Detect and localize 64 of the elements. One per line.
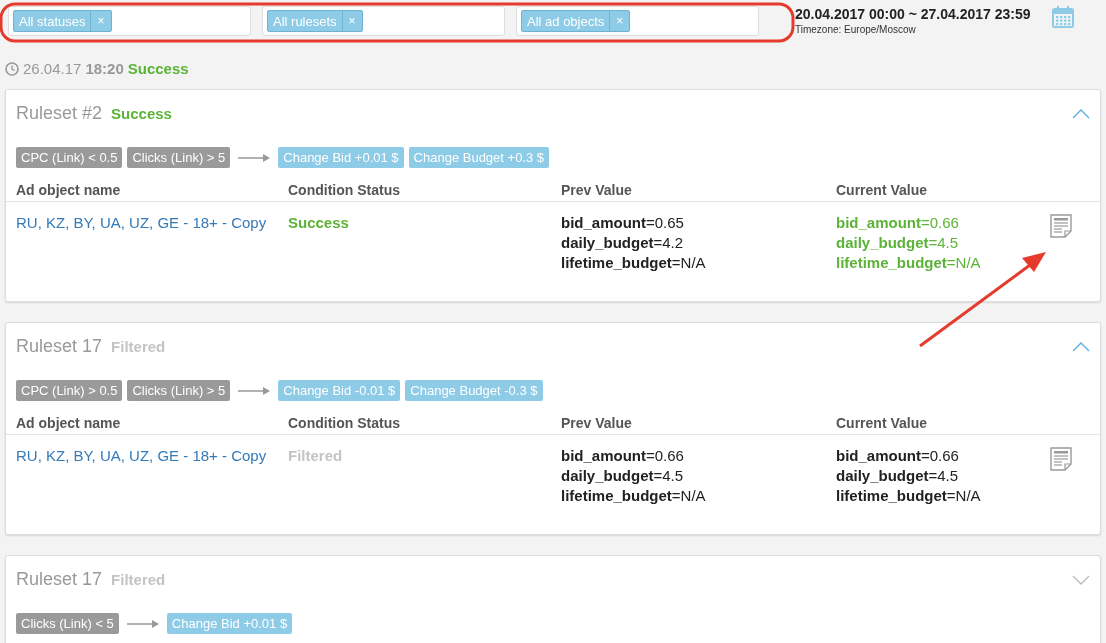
ruleset-status: Success: [111, 105, 172, 122]
column-header: Condition Status: [278, 410, 551, 435]
current-value: lifetime_budget=N/A: [836, 254, 982, 271]
filter-field[interactable]: All rulesets ×: [262, 6, 505, 36]
arrow-icon: [238, 153, 271, 162]
document-icon[interactable]: [1050, 214, 1072, 238]
ruleset-title: Ruleset 17: [16, 569, 103, 590]
ad-object-link[interactable]: RU, KZ, BY, UA, UZ, GE - 18+ - Copy: [16, 447, 268, 464]
ruleset-status: Filtered: [111, 571, 166, 588]
remove-tag-button[interactable]: ×: [90, 11, 111, 31]
condition-chip: CPC (Link) < 0.5: [16, 147, 123, 168]
column-header: Current Value: [826, 177, 1040, 202]
remove-tag-button[interactable]: ×: [341, 11, 362, 31]
timezone-label: Timezone: Europe/Moscow: [795, 24, 917, 35]
column-header: Current Value: [826, 410, 1040, 435]
current-value: lifetime_budget=N/A: [836, 487, 982, 504]
date-range: 20.04.2017 00:00 ~ 27.04.2017 23:59: [795, 6, 1031, 22]
ad-object-link[interactable]: RU, KZ, BY, UA, UZ, GE - 18+ - Copy: [16, 214, 268, 231]
ruleset-title: Ruleset 17: [16, 336, 103, 357]
action-chip: Change Bid +0.01 $: [278, 147, 404, 168]
arrow-icon: [238, 386, 271, 395]
filter-field[interactable]: All statuses ×: [8, 6, 251, 36]
column-header: Ad object name: [6, 177, 278, 202]
prev-value: daily_budget=4.2: [561, 234, 685, 251]
prev-value: bid_amount=0.66: [561, 447, 685, 464]
prev-value: lifetime_budget=N/A: [561, 254, 707, 271]
condition-status: Filtered: [288, 447, 344, 464]
condition-status: Success: [288, 214, 350, 231]
current-value: daily_budget=4.5: [836, 467, 960, 484]
ruleset-title: Ruleset #2: [16, 103, 103, 124]
filter-tag: All statuses ×: [13, 10, 112, 32]
chevron-down-icon[interactable]: [1072, 574, 1090, 585]
chevron-up-icon[interactable]: [1072, 108, 1090, 119]
run-status: Success: [127, 60, 189, 77]
action-chip: Change Budget +0.3 $: [408, 147, 550, 168]
action-chip: Change Bid -0.01 $: [278, 380, 401, 401]
column-header: Condition Status: [278, 177, 551, 202]
prev-value: bid_amount=0.65: [561, 214, 685, 231]
column-header: Prev Value: [551, 177, 826, 202]
column-header: Prev Value: [551, 410, 826, 435]
action-chip: Change Budget -0.3 $: [405, 380, 543, 401]
action-chip: Change Bid +0.01 $: [166, 613, 293, 634]
condition-chip: Clicks (Link) > 5: [127, 380, 231, 401]
remove-tag-button[interactable]: ×: [609, 11, 630, 31]
calendar-icon[interactable]: [1052, 6, 1075, 28]
filter-tag: All ad objects ×: [521, 10, 631, 32]
run-date: 26.04.17: [23, 60, 82, 77]
filter-field[interactable]: All ad objects ×: [516, 6, 759, 36]
condition-chip: Clicks (Link) > 5: [127, 147, 231, 168]
condition-chip: Clicks (Link) < 5: [16, 613, 119, 634]
arrow-icon: [126, 619, 159, 628]
document-icon[interactable]: [1050, 447, 1072, 471]
clock-icon: [5, 61, 19, 76]
condition-chip: CPC (Link) > 0.5: [16, 380, 123, 401]
column-header: Ad object name: [6, 410, 278, 435]
ruleset-status: Filtered: [111, 338, 166, 355]
run-time: 18:20: [85, 60, 124, 77]
chevron-up-icon[interactable]: [1072, 341, 1090, 352]
current-value: bid_amount=0.66: [836, 447, 960, 464]
prev-value: daily_budget=4.5: [561, 467, 685, 484]
current-value: bid_amount=0.66: [836, 214, 960, 231]
current-value: daily_budget=4.5: [836, 234, 960, 251]
prev-value: lifetime_budget=N/A: [561, 487, 707, 504]
filter-tag: All rulesets ×: [267, 10, 363, 32]
